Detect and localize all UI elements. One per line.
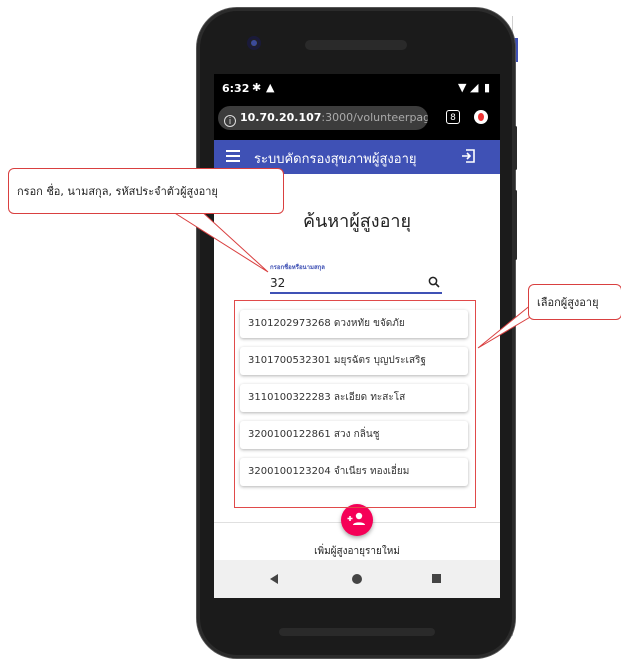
earpiece-speaker <box>305 40 407 50</box>
volume-button <box>514 190 517 260</box>
add-person-icon <box>347 512 365 525</box>
bottom-speaker <box>279 628 435 636</box>
search-icon[interactable] <box>428 276 440 288</box>
front-camera <box>247 36 261 50</box>
power-button <box>514 126 517 170</box>
android-nav-bar <box>214 560 500 598</box>
home-icon[interactable] <box>352 574 362 584</box>
add-elder-button[interactable] <box>341 504 373 536</box>
search-input[interactable]: 32 <box>270 276 440 290</box>
back-icon[interactable] <box>270 574 278 584</box>
results-highlight-box <box>234 300 476 508</box>
right-callout: เลือกผู้สูงอายุ <box>528 284 621 320</box>
add-elder-label: เพิ่มผู้สูงอายุรายใหม่ <box>314 546 400 557</box>
search-input-underline <box>270 292 442 294</box>
recent-apps-icon[interactable] <box>432 574 441 583</box>
left-callout: กรอก ชื่อ, นามสกุล, รหัสประจำตัวผู้สูงอา… <box>8 168 284 214</box>
search-field-label: กรอกชื่อหรือนามสกุล <box>270 264 325 271</box>
